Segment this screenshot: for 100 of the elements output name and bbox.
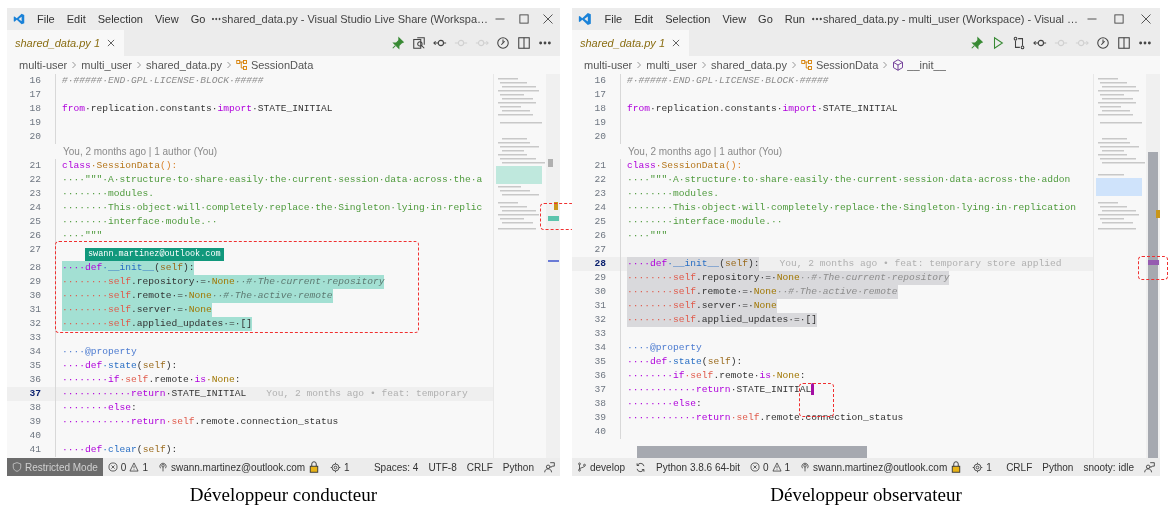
breadcrumb-item[interactable]: multi_user	[646, 59, 698, 71]
figure-caption: Développeur conducteur	[189, 483, 378, 507]
code-line: ············return·STATE_INITIAL	[627, 383, 812, 397]
menu-item[interactable]: Go	[184, 11, 212, 27]
breadcrumb-item[interactable]: multi_user	[81, 59, 133, 71]
search-icon[interactable]	[412, 36, 426, 50]
chevron-icon	[789, 61, 798, 69]
compare-icon[interactable]	[1012, 36, 1026, 50]
breadcrumb-item[interactable]: shared_data.py	[711, 59, 787, 71]
menu-item[interactable]: View	[148, 11, 185, 27]
ports-button[interactable]: 1	[325, 458, 355, 476]
editor-tab[interactable]: shared_data.py 1	[572, 30, 690, 56]
broadcast-icon	[800, 462, 811, 472]
close-icon[interactable]	[542, 13, 554, 25]
line-number: 22	[572, 173, 621, 187]
menu-item[interactable]: Edit	[628, 11, 660, 27]
shield-icon	[12, 462, 22, 472]
close-icon[interactable]	[671, 38, 682, 48]
code-line: ············return·self.remote.connection_status	[627, 411, 904, 425]
line-number: 23	[572, 187, 621, 201]
problems-button[interactable]: 0 1	[745, 458, 796, 476]
lock-badge-icon	[308, 461, 321, 473]
line-number: 37	[572, 383, 621, 397]
error-icon	[107, 462, 118, 472]
line-number: 31	[7, 303, 56, 317]
status-item[interactable]: Python	[1037, 458, 1079, 476]
window-title: shared_data.py - multi_user (Workspace) - Visual …	[822, 13, 1079, 25]
live-share-button[interactable]: swann.martinez@outlook.com	[795, 458, 968, 476]
restricted-mode-button[interactable]: Restricted Mode	[7, 458, 103, 476]
status-item[interactable]: CRLF	[1001, 458, 1038, 476]
breadcrumb-item[interactable]: multi-user	[19, 59, 68, 71]
menu-item[interactable]: Selection	[659, 11, 717, 27]
menu-item[interactable]: File	[598, 11, 629, 27]
line-number: 30	[7, 289, 56, 303]
line-number: 18	[572, 102, 621, 116]
status-item[interactable]: UTF-8	[423, 458, 462, 476]
pin-icon[interactable]	[391, 36, 405, 50]
line-number: 41	[7, 443, 56, 457]
status-item[interactable]: Python 3.8.6 64-bit	[651, 458, 745, 476]
chevron-icon	[635, 61, 644, 69]
breadcrumb-item[interactable]: multi-user	[584, 59, 633, 71]
branch-icon	[577, 462, 587, 472]
line-number: 33	[572, 327, 621, 341]
code-line: ····"""	[62, 229, 103, 243]
chevron-icon	[224, 61, 233, 69]
status-item[interactable]: CRLF	[461, 458, 498, 476]
menu-item[interactable]: View	[716, 11, 753, 27]
maximize-icon[interactable]	[518, 13, 530, 25]
line-number: 24	[572, 201, 621, 215]
line-number: 21	[7, 159, 56, 173]
breadcrumb-item[interactable]: __init__	[892, 59, 946, 71]
breadcrumb-item[interactable]: SessionData	[800, 59, 879, 71]
status-item[interactable]: Python	[497, 458, 539, 476]
line-number: 25	[7, 215, 56, 229]
line-number: 17	[7, 88, 56, 102]
class-icon	[235, 59, 248, 71]
branch-button[interactable]: develop	[572, 458, 631, 476]
ports-button[interactable]: 1	[967, 458, 997, 476]
scrollbar[interactable]	[1146, 74, 1160, 458]
person-feedback-icon	[1144, 461, 1155, 473]
menu-item[interactable]: Go	[752, 11, 779, 27]
code-line: ····def·state(self):	[62, 359, 178, 373]
status-item[interactable]: Spaces: 4	[368, 458, 424, 476]
line-number: 16	[572, 74, 621, 88]
pin-icon[interactable]	[970, 36, 984, 50]
line-number: 21	[572, 159, 621, 173]
split-editor-icon[interactable]	[1117, 36, 1131, 50]
maximize-icon[interactable]	[1113, 13, 1126, 25]
history-icon[interactable]	[496, 36, 510, 50]
close-icon[interactable]	[1140, 13, 1153, 25]
breadcrumb-item[interactable]: SessionData	[235, 59, 314, 71]
line-number: 20	[7, 130, 56, 144]
code-line: class·SessionData():	[62, 159, 178, 173]
chevron-icon	[881, 61, 890, 69]
split-editor-icon[interactable]	[517, 36, 531, 50]
status-item[interactable]: snooty: idle	[1078, 458, 1139, 476]
code-line: ····def·clear(self):	[62, 443, 178, 457]
code-line: ····@property	[62, 345, 137, 359]
code-line: ············return·STATE_INITIAL	[62, 387, 247, 401]
line-number: 34	[572, 341, 621, 355]
warning-icon	[771, 462, 782, 472]
line-number: 26	[572, 229, 621, 243]
menu-item[interactable]: File	[31, 11, 61, 27]
problems-button[interactable]: 0 1	[102, 458, 153, 476]
menu-item[interactable]: Selection	[91, 11, 149, 27]
play-icon[interactable]	[991, 36, 1005, 50]
warning-icon	[129, 462, 140, 472]
chevron-icon	[135, 61, 144, 69]
menu-item[interactable]: Run	[778, 11, 811, 27]
code-line: ········interface·module.··	[627, 215, 783, 229]
breadcrumb-item[interactable]: shared_data.py	[146, 59, 222, 71]
history-icon[interactable]	[1096, 36, 1110, 50]
close-icon[interactable]	[106, 38, 117, 48]
menu-item[interactable]: Edit	[60, 11, 92, 27]
line-number: 20	[572, 130, 621, 144]
scrollbar[interactable]	[546, 74, 560, 458]
live-share-button[interactable]: swann.martinez@outlook.com	[152, 458, 326, 476]
editor-tab[interactable]: shared_data.py 1	[7, 30, 125, 56]
error-icon	[750, 462, 760, 472]
code-line: ········This·object·will·completely·replace·the·Singleton·lying·in·replic	[62, 201, 483, 215]
